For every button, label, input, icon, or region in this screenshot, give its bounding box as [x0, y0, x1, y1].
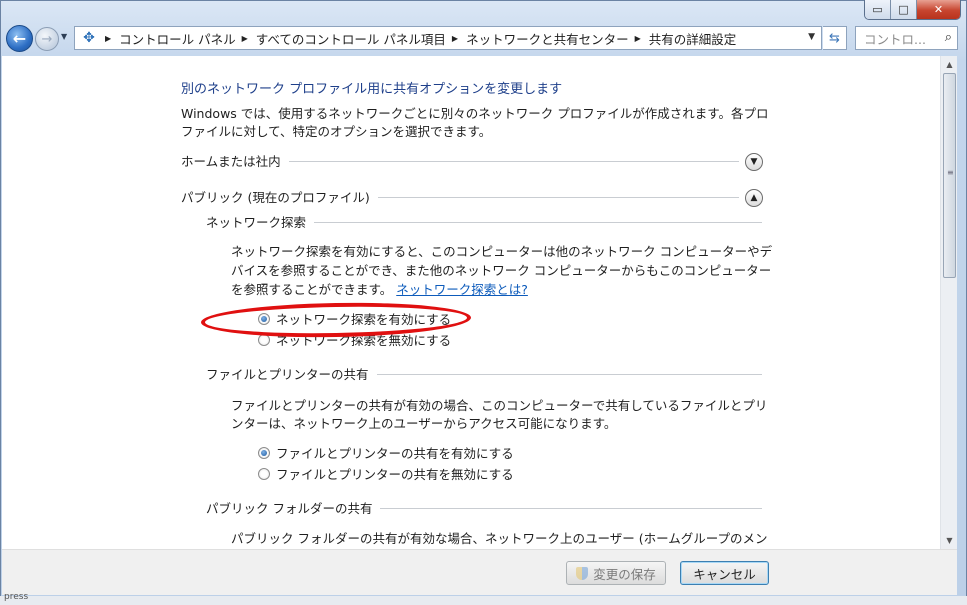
address-dropdown-icon[interactable]: ▼: [808, 32, 815, 42]
save-changes-button[interactable]: 変更の保存: [566, 561, 666, 585]
vertical-scrollbar[interactable]: ▲ ≡ ▼: [940, 56, 957, 549]
network-discovery-desc-3-text: を参照することができます。: [231, 282, 393, 297]
scroll-down-icon[interactable]: ▼: [941, 532, 958, 549]
chevron-down-icon: ▼: [61, 32, 68, 41]
profile-home-label: ホームまたは社内: [181, 154, 281, 169]
intro-text-1: Windows では、使用するネットワークごとに別々のネットワーク プロファイル…: [181, 106, 769, 121]
page-title: 別のネットワーク プロファイル用に共有オプションを変更します: [181, 82, 563, 97]
scroll-up-icon[interactable]: ▲: [941, 56, 958, 73]
history-dropdown[interactable]: ▼: [61, 32, 67, 41]
refresh-button[interactable]: ⇆: [823, 26, 847, 50]
window-controls: ▭ □ ✕: [864, 0, 961, 20]
profile-home-header[interactable]: ホームまたは社内 ▼: [181, 152, 763, 171]
file-printer-header: ファイルとプリンターの共有: [206, 365, 762, 384]
network-discovery-desc-1: ネットワーク探索を有効にすると、このコンピューターは他のネットワーク コンピュー…: [231, 244, 773, 259]
radio-button[interactable]: [258, 467, 270, 480]
chevron-down-icon[interactable]: ▼: [745, 152, 763, 171]
chevron-right-icon[interactable]: ▶: [105, 34, 111, 43]
network-discovery-heading: ネットワーク探索: [206, 215, 307, 230]
public-folder-header: パブリック フォルダーの共有: [206, 499, 762, 518]
grip-icon: ≡: [947, 168, 954, 177]
search-input[interactable]: コントロ... ⌕: [855, 26, 958, 50]
radio-file-sharing-on[interactable]: ファイルとプリンターの共有を有効にする: [258, 443, 514, 462]
shield-icon: [576, 566, 589, 580]
profile-public-label: パブリック (現在のプロファイル): [181, 190, 370, 205]
public-folder-desc-1: パブリック フォルダーの共有が有効な場合、ネットワーク上のユーザー (ホームグル…: [231, 531, 768, 546]
network-icon: ✥: [83, 30, 95, 46]
radio-label: ファイルとプリンターの共有を有効にする: [276, 446, 514, 461]
taskbar-strip: press: [0, 592, 967, 605]
status-text: press: [4, 592, 29, 602]
scrollbar-thumb[interactable]: ≡: [943, 73, 956, 278]
radio-button-selected[interactable]: [258, 446, 270, 459]
network-discovery-header: ネットワーク探索: [206, 213, 762, 232]
divider: [376, 374, 762, 375]
divider: [288, 161, 739, 162]
radio-file-sharing-off[interactable]: ファイルとプリンターの共有を無効にする: [258, 464, 514, 483]
profile-public-header[interactable]: パブリック (現在のプロファイル) ▲: [181, 188, 763, 207]
radio-label: ファイルとプリンターの共有を無効にする: [276, 467, 514, 482]
file-printer-desc-2: ンターは、ネットワーク上のユーザーからアクセス可能になります。: [231, 416, 617, 431]
divider: [377, 197, 739, 198]
arrow-right-icon: →: [41, 31, 53, 47]
chevron-right-icon[interactable]: ▶: [242, 34, 248, 43]
intro-text-2: ファイルに対して、特定のオプションを選択できます。: [181, 124, 492, 139]
chevron-up-icon[interactable]: ▲: [745, 188, 763, 207]
file-printer-heading: ファイルとプリンターの共有: [206, 367, 369, 382]
button-bar: 変更の保存 キャンセル: [2, 549, 957, 595]
save-label: 変更の保存: [593, 566, 656, 582]
back-button[interactable]: ←: [6, 25, 33, 52]
minimize-button[interactable]: ▭: [865, 0, 891, 19]
breadcrumb-advanced-sharing[interactable]: 共有の詳細設定: [649, 29, 737, 48]
close-button[interactable]: ✕: [917, 0, 960, 19]
file-printer-desc-1: ファイルとプリンターの共有が有効の場合、このコンピューターで共有しているファイル…: [231, 398, 768, 413]
public-folder-heading: パブリック フォルダーの共有: [206, 501, 373, 516]
forward-button[interactable]: →: [35, 27, 59, 51]
breadcrumb-all-items[interactable]: すべてのコントロール パネル項目: [256, 29, 446, 48]
breadcrumb-network-center[interactable]: ネットワークと共有センター: [466, 29, 629, 48]
cancel-button[interactable]: キャンセル: [680, 561, 769, 585]
address-bar[interactable]: ✥ ▶ コントロール パネル ▶ すべてのコントロール パネル項目 ▶ ネットワ…: [74, 26, 822, 50]
network-discovery-help-link[interactable]: ネットワーク探索とは?: [396, 282, 528, 297]
breadcrumb-control-panel[interactable]: コントロール パネル: [119, 29, 235, 48]
network-discovery-desc-3: を参照することができます。 ネットワーク探索とは?: [231, 280, 528, 299]
chevron-right-icon[interactable]: ▶: [452, 34, 458, 43]
navigation-bar: ← → ▼ ✥ ▶ コントロール パネル ▶ すべてのコントロール パネル項目 …: [0, 22, 967, 54]
search-icon[interactable]: ⌕: [945, 30, 952, 45]
arrow-left-icon: ←: [12, 29, 27, 48]
divider: [380, 508, 762, 509]
divider: [314, 222, 762, 223]
chevron-right-icon[interactable]: ▶: [635, 34, 641, 43]
maximize-button[interactable]: □: [891, 0, 917, 19]
search-placeholder: コントロ...: [864, 31, 926, 47]
content-pane: 別のネットワーク プロファイル用に共有オプションを変更します Windows で…: [2, 56, 940, 549]
network-discovery-desc-2: バイスを参照することができ、また他のネットワーク コンピューターからもこのコンピ…: [231, 263, 772, 278]
refresh-icon: ⇆: [829, 30, 840, 46]
